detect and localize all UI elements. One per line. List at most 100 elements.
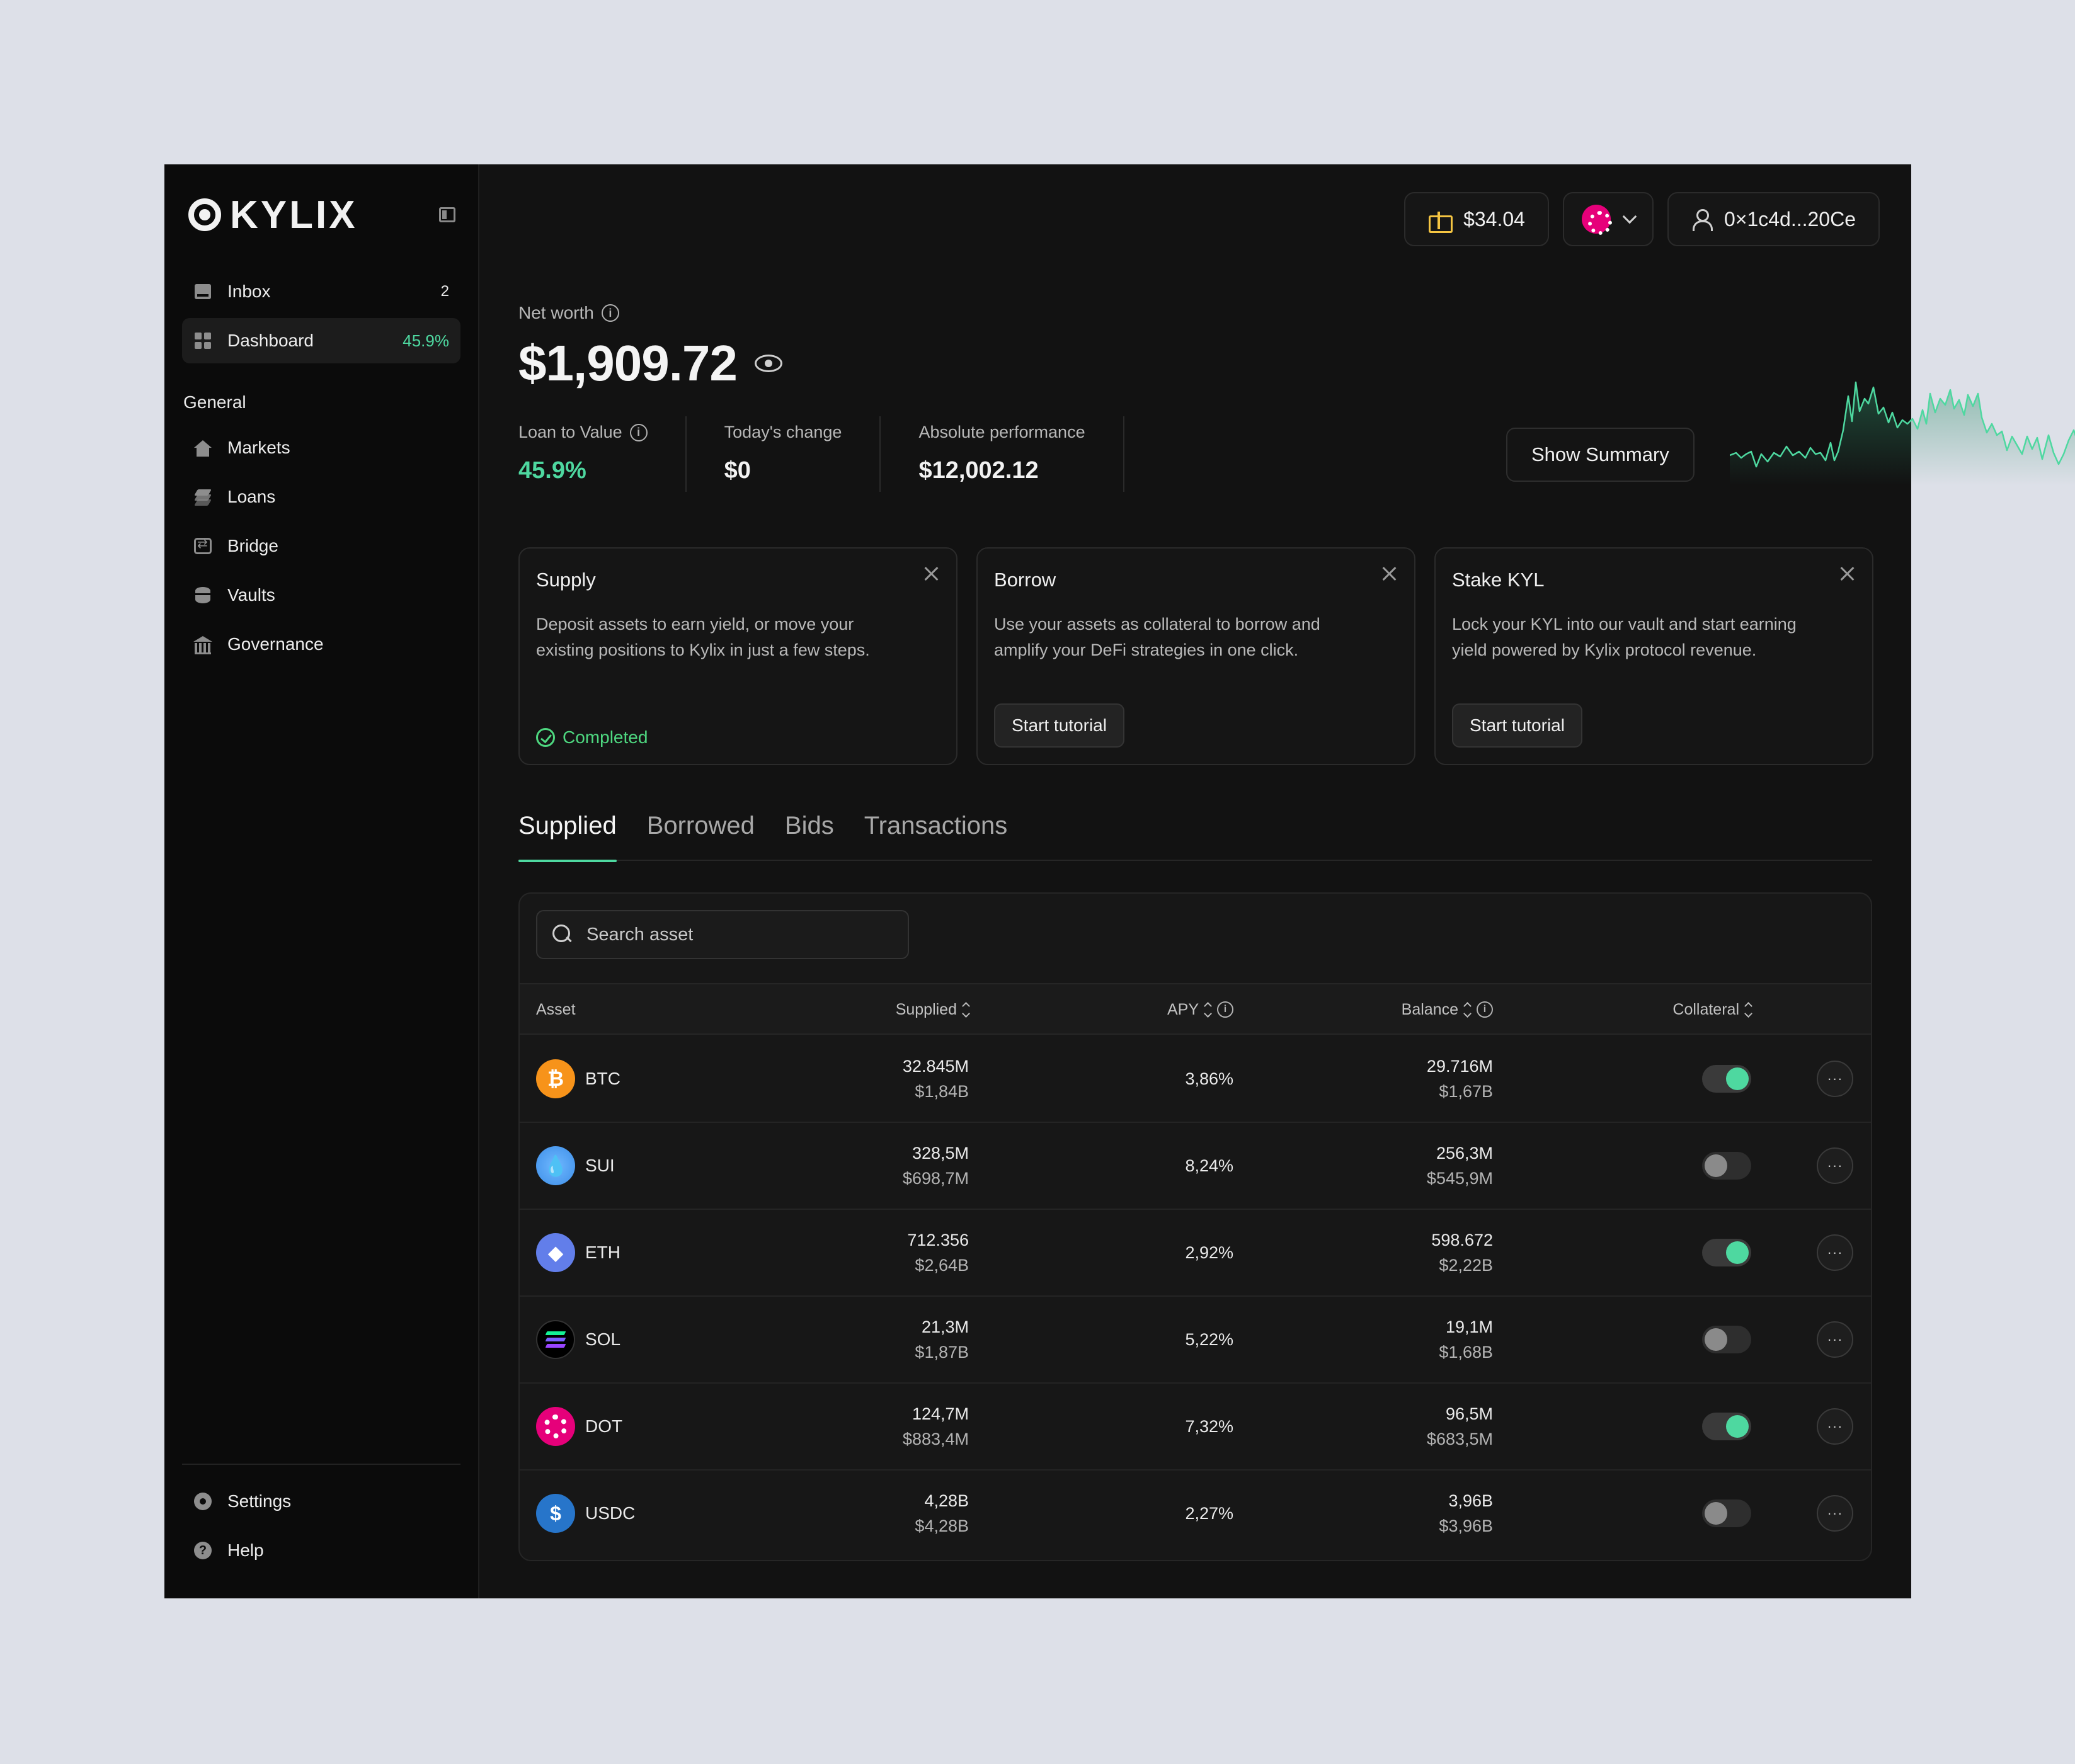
balance-cell: 598.672 $2,22B [1431,1210,1493,1295]
sidebar-item-bridge[interactable]: Bridge [182,523,460,569]
balance-amount: 3,96B [1448,1491,1493,1510]
collateral-cell [1702,1384,1751,1469]
card-title: Stake KYL [1452,569,1545,591]
show-summary-button[interactable]: Show Summary [1506,428,1695,482]
bank-icon [193,635,212,654]
column-header-apy[interactable]: APY i [1167,984,1233,1035]
asset-cell: ◆ ETH [536,1210,620,1295]
sidebar-item-loans[interactable]: Loans [182,474,460,520]
balance-usd: $683,5M [1426,1430,1493,1448]
collateral-toggle[interactable] [1702,1065,1751,1093]
supply-card: Supply Deposit assets to earn yield, or … [518,547,957,765]
search-input[interactable]: Search asset [536,910,909,959]
more-options-icon[interactable]: ··· [1817,1321,1853,1358]
table-row[interactable]: $ USDC 4,28B $4,28B 2,27% 3,96B $3,96B ··· [520,1471,1871,1557]
supplied-cell: 21,3M $1,87B [915,1297,969,1382]
sidebar-item-dashboard[interactable]: Dashboard 45.9% [182,318,460,363]
column-header-label: Supplied [895,1000,957,1018]
balance-amount: 19,1M [1445,1317,1493,1336]
sidebar-item-vaults[interactable]: Vaults [182,572,460,618]
start-tutorial-button[interactable]: Start tutorial [994,703,1124,748]
eth-coin-icon: ◆ [536,1233,575,1272]
column-header-label: Asset [536,1000,576,1018]
logo[interactable]: KYLIX [188,193,358,237]
tab-transactions[interactable]: Transactions [864,800,1008,861]
actions-cell: ··· [1817,1123,1853,1209]
sidebar-item-help[interactable]: ? Help [182,1528,460,1573]
more-options-icon[interactable]: ··· [1817,1234,1853,1271]
table-row[interactable]: SOL 21,3M $1,87B 5,22% 19,1M $1,68B ··· [520,1297,1871,1384]
actions-cell: ··· [1817,1036,1853,1122]
main-content: $34.04 0×1c4d...20Ce Net worth i $1,909.… [479,164,2075,1598]
collateral-toggle[interactable] [1702,1239,1751,1266]
sort-icon [962,1001,970,1018]
close-icon[interactable] [1838,565,1856,583]
search-icon [552,925,573,945]
supplied-cell: 328,5M $698,7M [903,1123,969,1209]
collateral-toggle[interactable] [1702,1499,1751,1527]
close-icon[interactable] [922,565,940,583]
collateral-toggle[interactable] [1702,1152,1751,1180]
metric-value: 45.9% [518,457,586,484]
more-options-icon[interactable]: ··· [1817,1147,1853,1184]
column-header-supplied[interactable]: Supplied [895,984,970,1035]
info-icon[interactable]: i [601,304,619,322]
balance-usd: $2,22B [1439,1256,1493,1275]
inbox-icon [193,282,212,301]
collateral-toggle[interactable] [1702,1413,1751,1440]
sidebar-item-markets[interactable]: Markets [182,425,460,470]
tab-bids[interactable]: Bids [785,800,834,861]
column-header-label: Collateral [1672,1000,1739,1018]
sidebar-item-inbox[interactable]: Inbox 2 [182,269,460,314]
supplied-amount: 712.356 [907,1231,969,1249]
card-description: Use your assets as collateral to borrow … [994,615,1320,659]
tab-borrowed[interactable]: Borrowed [647,800,755,861]
rewards-button[interactable]: $34.04 [1404,192,1549,246]
search-placeholder: Search asset [586,924,694,945]
more-options-icon[interactable]: ··· [1817,1408,1853,1445]
sidebar-bottom: Settings ? Help [182,1464,460,1573]
sidebar: KYLIX Inbox 2 Dashboard 45.9% General Ma… [164,164,479,1598]
supplied-amount: 328,5M [912,1144,969,1163]
balance-usd: $1,68B [1439,1343,1493,1362]
supplied-cell: 32.845M $1,84B [903,1036,969,1122]
sparkline-area [1730,382,2075,486]
sidebar-item-settings[interactable]: Settings [182,1479,460,1524]
sidebar-item-governance[interactable]: Governance [182,622,460,667]
table-header: Asset Supplied APY i Balance i Collateral [520,983,1871,1035]
asset-symbol: SOL [585,1329,621,1349]
column-header-balance[interactable]: Balance i [1402,984,1493,1035]
tab-supplied[interactable]: Supplied [518,800,617,862]
table-row[interactable]: ◆ ETH 712.356 $2,64B 2,92% 598.672 $2,22B ··· [520,1210,1871,1297]
sidebar-collapse-icon[interactable] [439,207,455,222]
column-header-collateral[interactable]: Collateral [1672,984,1752,1035]
sort-icon [1744,1001,1752,1018]
more-options-icon[interactable]: ··· [1817,1061,1853,1097]
more-options-icon[interactable]: ··· [1817,1495,1853,1532]
balance-amount: 29.716M [1426,1057,1493,1076]
supplied-amount: 32.845M [902,1057,969,1076]
collateral-toggle[interactable] [1702,1326,1751,1353]
balance-usd: $1,67B [1439,1082,1493,1101]
table-row[interactable]: DOT 124,7M $883,4M 7,32% 96,5M $683,5M ··· [520,1384,1871,1471]
network-selector[interactable] [1562,192,1654,246]
dashboard-grid-icon [193,331,212,350]
wallet-button[interactable]: 0×1c4d...20Ce [1667,192,1880,246]
balance-cell: 96,5M $683,5M [1427,1384,1493,1469]
table-row[interactable]: 💧 SUI 328,5M $698,7M 8,24% 256,3M $545,9M ··· [520,1123,1871,1210]
info-icon[interactable]: i [629,423,648,441]
eye-icon[interactable] [754,355,782,372]
info-icon[interactable]: i [1477,1001,1493,1018]
supplied-cell: 712.356 $2,64B [907,1210,969,1295]
actions-cell: ··· [1817,1471,1853,1556]
start-tutorial-button[interactable]: Start tutorial [1452,703,1582,748]
bridge-icon [193,536,212,555]
balance-cell: 256,3M $545,9M [1427,1123,1493,1209]
collateral-cell [1702,1297,1751,1382]
info-icon[interactable]: i [1217,1001,1233,1018]
asset-cell: ₿ BTC [536,1036,620,1122]
balance-cell: 3,96B $3,96B [1439,1471,1493,1556]
asset-symbol: SUI [585,1156,615,1175]
close-icon[interactable] [1380,565,1398,583]
table-row[interactable]: ₿ BTC 32.845M $1,84B 3,86% 29.716M $1,67B ··· [520,1036,1871,1123]
